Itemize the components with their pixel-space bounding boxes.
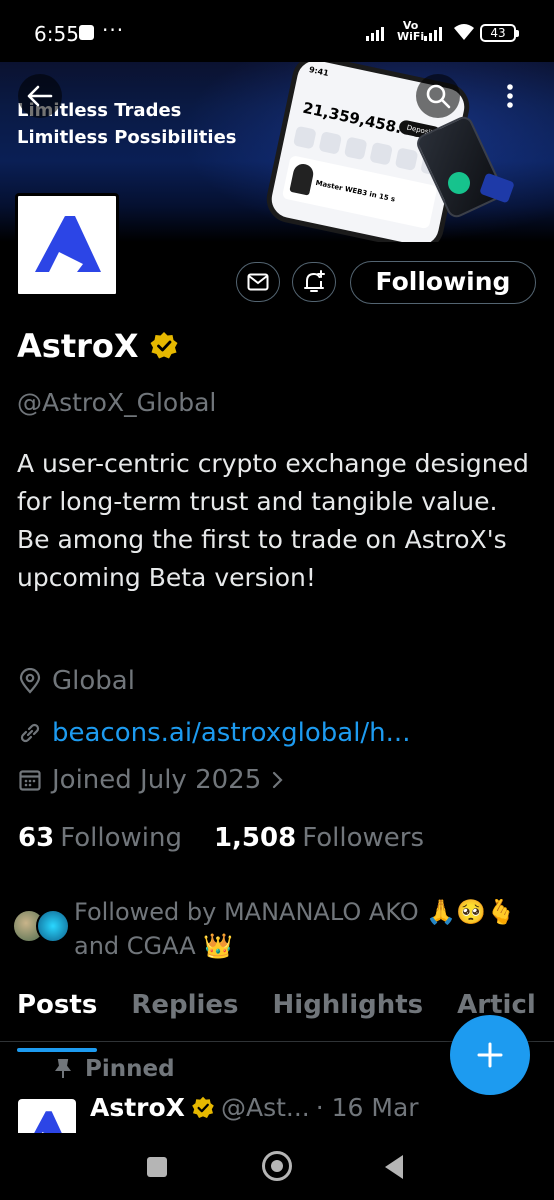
back-button[interactable] <box>18 74 62 118</box>
profile-location: Global <box>18 666 135 696</box>
tab-posts[interactable]: Posts <box>0 990 114 1052</box>
post-header: AstroX @Ast... · 16 Mar <box>90 1093 419 1122</box>
followed-by-text: Followed by MANANALO AKO 🙏🥺🫰 and CGAA 👑 <box>74 898 516 960</box>
status-bar: 6:55 ··· Vo WiFi 43 <box>0 0 554 62</box>
plus-icon <box>477 1042 503 1068</box>
follower-avatar-2 <box>36 909 70 943</box>
calendar-icon <box>19 770 41 791</box>
search-icon <box>426 84 451 109</box>
pinned-text: Pinned <box>85 1056 175 1082</box>
verified-badge-icon[interactable] <box>149 331 179 361</box>
post-avatar[interactable] <box>18 1099 76 1133</box>
profile-bio: A user-centric crypto exchange designed … <box>17 449 529 592</box>
location-pin-icon <box>19 668 41 694</box>
bell-plus-icon <box>304 270 325 292</box>
system-nav-bar <box>0 1133 554 1200</box>
phone-time: 9:41 <box>308 65 330 78</box>
following-label[interactable]: Following <box>60 823 182 853</box>
signal-icon-2 <box>424 27 442 41</box>
tab-highlights[interactable]: Highlights <box>256 990 441 1041</box>
home-button[interactable] <box>262 1151 292 1181</box>
tab-replies[interactable]: Replies <box>114 990 255 1041</box>
follow-counts: 63 Following 1,508 Followers <box>18 823 424 853</box>
following-button[interactable]: Following <box>350 261 536 304</box>
following-count[interactable]: 63 <box>18 823 54 853</box>
verified-badge-icon <box>192 1096 214 1118</box>
compose-button[interactable] <box>450 1015 530 1095</box>
search-button[interactable] <box>416 74 460 118</box>
followers-count[interactable]: 1,508 <box>214 823 296 853</box>
message-button[interactable] <box>236 262 280 302</box>
system-back-button[interactable] <box>385 1155 403 1179</box>
vowifi-indicator: Vo WiFi <box>397 19 425 43</box>
profile-avatar[interactable] <box>15 193 119 297</box>
profile-website[interactable]: beacons.ai/astroxglobal/h... <box>18 718 410 748</box>
more-notifications-icon: ··· <box>102 18 125 42</box>
profile-name: AstroX <box>17 327 179 365</box>
chevron-right-icon <box>273 771 283 789</box>
more-options-button[interactable] <box>488 74 532 118</box>
post-author-name[interactable]: AstroX <box>90 1093 185 1122</box>
more-vertical-icon <box>507 84 513 108</box>
profile-joined-date[interactable]: Joined July 2025 <box>18 765 285 795</box>
battery-icon: 43 <box>480 24 519 42</box>
joined-text: Joined July 2025 <box>52 765 262 795</box>
followers-label[interactable]: Followers <box>302 823 424 853</box>
astrox-logo <box>34 1111 62 1133</box>
website-link[interactable]: beacons.ai/astroxglobal/h... <box>52 718 410 748</box>
location-text: Global <box>52 666 135 696</box>
banner-headline-2: Limitless Possibilities <box>17 127 237 148</box>
pinned-label: Pinned <box>55 1056 175 1082</box>
link-icon <box>20 723 40 743</box>
post-author-handle: @Ast... <box>220 1093 310 1122</box>
post-date: · 16 Mar <box>315 1093 419 1122</box>
notification-icon <box>79 25 94 40</box>
notifications-button[interactable] <box>292 262 336 302</box>
profile-handle: @AstroX_Global <box>17 388 217 417</box>
arrow-left-icon <box>27 85 53 107</box>
status-time: 6:55 <box>34 22 79 46</box>
profile-display-name: AstroX <box>17 327 139 365</box>
wifi-icon <box>454 24 474 40</box>
recents-button[interactable] <box>147 1157 167 1177</box>
banner-coin-image <box>448 172 470 194</box>
signal-icon <box>366 27 384 41</box>
mail-icon <box>247 273 269 291</box>
astrox-logo <box>35 216 101 272</box>
pinned-post[interactable]: AstroX @Ast... · 16 Mar <box>18 1093 538 1133</box>
pin-icon <box>55 1059 71 1078</box>
